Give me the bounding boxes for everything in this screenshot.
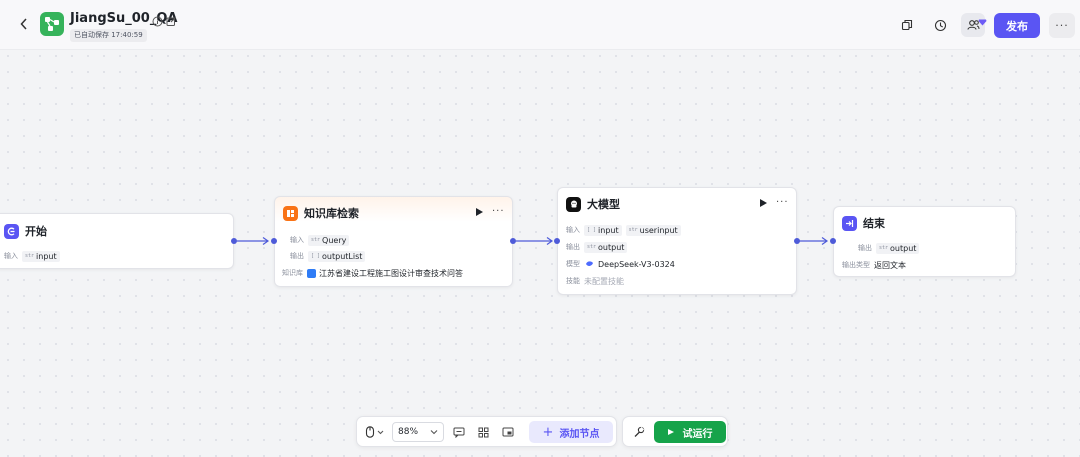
mouse-mode-button[interactable]	[364, 424, 386, 440]
knowledge-output-label: 输出	[290, 252, 304, 260]
llm-input-port[interactable]	[554, 238, 560, 244]
llm-node-title: 大模型	[587, 197, 620, 211]
llm-node-icon	[566, 196, 581, 212]
knowledge-more-icon[interactable]: ···	[492, 207, 505, 217]
knowledge-run-icon[interactable]	[476, 208, 483, 216]
canvas-toolbar: 88% + 添加节点	[356, 416, 617, 447]
knowledge-node-title: 知识库检索	[304, 206, 359, 220]
run-toolbar: 试运行	[622, 416, 728, 447]
zoom-value: 88%	[398, 427, 419, 437]
llm-run-icon[interactable]	[760, 199, 767, 207]
plus-icon: +	[542, 424, 554, 440]
end-node-icon	[842, 215, 857, 231]
llm-node[interactable]: 大模型 ··· 输入 [ ] input str userinput 输出 st…	[557, 187, 797, 295]
minimap-icon[interactable]	[500, 424, 516, 440]
llm-output-port[interactable]	[794, 238, 800, 244]
knowledge-kb-label: 知识库	[282, 269, 303, 277]
llm-skill-label: 技能	[566, 277, 580, 285]
end-node[interactable]: 结束 输出 str output 输出类型 返回文本	[833, 206, 1016, 277]
start-output-port[interactable]	[231, 238, 237, 244]
wrench-icon[interactable]	[630, 424, 648, 440]
knowledge-output-port[interactable]	[510, 238, 516, 244]
chevron-down-icon	[430, 430, 438, 435]
llm-model-name: DeepSeek-V3-0324	[598, 259, 675, 269]
llm-input-label: 输入	[566, 226, 580, 234]
start-node-title: 开始	[25, 224, 47, 238]
knowledge-base-icon	[307, 268, 316, 278]
llm-input-tag-1: [ ] input	[584, 224, 622, 236]
knowledge-node-icon	[283, 205, 298, 221]
start-input-label: 输入	[4, 252, 18, 260]
start-node-icon	[4, 223, 19, 239]
llm-more-icon[interactable]: ···	[776, 198, 789, 208]
start-input-tag: str input	[22, 250, 60, 262]
knowledge-kb-name: 江苏省建设工程施工图设计审查技术问答	[319, 268, 463, 278]
end-output-tag: str output	[876, 242, 920, 254]
end-node-title: 结束	[863, 216, 885, 230]
play-icon	[667, 429, 674, 435]
knowledge-node[interactable]: 知识库检索 ··· 输入 str Query 输出 [ ] outputList…	[274, 196, 513, 287]
llm-output-label: 输出	[566, 243, 580, 251]
end-output-kind-label: 输出类型	[842, 261, 870, 269]
end-output-kind-value: 返回文本	[874, 260, 906, 270]
mouse-icon	[365, 426, 384, 438]
comment-icon[interactable]	[451, 424, 467, 440]
end-output-label: 输出	[858, 244, 872, 252]
test-run-label: 试运行	[682, 428, 713, 440]
zoom-select[interactable]: 88%	[392, 422, 444, 442]
llm-output-tag: str output	[584, 241, 628, 253]
start-node[interactable]: 开始 输入 str input	[0, 213, 234, 269]
knowledge-input-tag: str Query	[308, 234, 350, 246]
add-node-label: 添加节点	[559, 428, 600, 440]
test-run-button[interactable]: 试运行	[654, 421, 726, 443]
knowledge-input-label: 输入	[290, 236, 304, 244]
deepseek-icon	[585, 260, 594, 268]
end-input-port[interactable]	[830, 238, 836, 244]
llm-model-label: 模型	[566, 260, 580, 268]
add-node-button[interactable]: + 添加节点	[529, 421, 613, 443]
knowledge-input-port[interactable]	[271, 238, 277, 244]
llm-skill-value: 未配置技能	[584, 276, 624, 286]
grid-icon[interactable]	[475, 424, 491, 440]
llm-input-tag-2: str userinput	[625, 224, 681, 236]
knowledge-output-tag: [ ] outputList	[308, 250, 366, 262]
